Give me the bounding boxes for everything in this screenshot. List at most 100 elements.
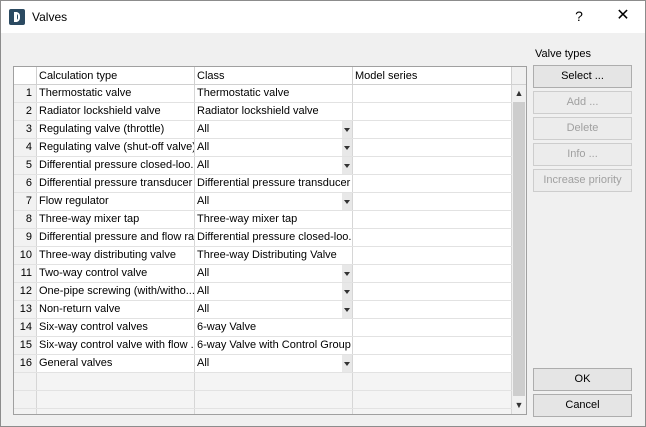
table-row[interactable]: 5 Differential pressure closed-loo... All	[14, 157, 512, 175]
chevron-down-icon[interactable]	[342, 265, 352, 282]
table-row[interactable]: 9 Differential pressure and flow ra... Dif…	[14, 229, 512, 247]
chevron-down-icon[interactable]	[342, 157, 352, 174]
table-row[interactable]: 6 Differential pressure transducer Differe…	[14, 175, 512, 193]
table-row[interactable]: 7 Flow regulator All	[14, 193, 512, 211]
calculation-type-cell[interactable]: Three-way distributing valve	[37, 247, 195, 264]
class-dropdown[interactable]: All	[195, 355, 353, 372]
model-series-cell[interactable]	[353, 283, 512, 300]
calculation-type-cell[interactable]: Thermostatic valve	[37, 85, 195, 102]
class-value: 6-way Valve	[197, 321, 257, 333]
close-button[interactable]: ✕	[611, 5, 635, 27]
chevron-down-icon[interactable]	[342, 193, 352, 210]
calculation-type-cell[interactable]: Regulating valve (shut-off valve)	[37, 139, 195, 156]
model-series-cell[interactable]	[353, 265, 512, 282]
vertical-scrollbar[interactable]: ▲ ▼	[512, 85, 526, 414]
model-series-cell[interactable]	[353, 337, 512, 354]
calculation-type-cell[interactable]: Radiator lockshield valve	[37, 103, 195, 120]
column-header-calculation-type[interactable]: Calculation type	[37, 67, 195, 85]
row-number: 1	[14, 85, 37, 102]
chevron-down-icon[interactable]	[342, 139, 352, 156]
model-series-cell[interactable]	[353, 85, 512, 102]
column-header-class[interactable]: Class	[195, 67, 353, 85]
class-cell[interactable]: Three-way mixer tap	[195, 211, 353, 228]
class-cell[interactable]: Differential pressure transducer	[195, 175, 353, 192]
table-row[interactable]: 16 General valves All	[14, 355, 512, 373]
class-value: All	[197, 123, 210, 135]
column-header-model-series[interactable]: Model series	[353, 67, 512, 85]
model-series-cell[interactable]	[353, 211, 512, 228]
chevron-down-icon[interactable]	[342, 301, 352, 318]
class-cell[interactable]: Thermostatic valve	[195, 85, 353, 102]
model-series-cell[interactable]	[353, 319, 512, 336]
table-row[interactable]: 1 Thermostatic valve Thermostatic valve	[14, 85, 512, 103]
model-series-cell[interactable]	[353, 157, 512, 174]
calculation-type-cell[interactable]: Six-way control valve with flow ...	[37, 337, 195, 354]
scroll-thumb[interactable]	[513, 102, 525, 396]
class-cell[interactable]: 6-way Valve	[195, 319, 353, 336]
table-row[interactable]: 3 Regulating valve (throttle) All	[14, 121, 512, 139]
class-dropdown[interactable]: All	[195, 121, 353, 138]
model-series-cell[interactable]	[353, 175, 512, 192]
table-row[interactable]: 2 Radiator lockshield valve Radiator locks…	[14, 103, 512, 121]
class-value: All	[197, 195, 210, 207]
model-series-cell[interactable]	[353, 247, 512, 264]
class-cell[interactable]: Radiator lockshield valve	[195, 103, 353, 120]
table-row[interactable]: 14 Six-way control valves 6-way Valve	[14, 319, 512, 337]
class-dropdown[interactable]: All	[195, 157, 353, 174]
table-row[interactable]: 13 Non-return valve All	[14, 301, 512, 319]
table-row[interactable]: 12 One-pipe screwing (with/witho... All	[14, 283, 512, 301]
class-cell[interactable]: 6-way Valve with Control Group	[195, 337, 353, 354]
info-button[interactable]: Info ...	[533, 143, 632, 166]
model-series-cell[interactable]	[353, 301, 512, 318]
calculation-type-cell[interactable]: Six-way control valves	[37, 319, 195, 336]
table-row[interactable]: 10 Three-way distributing valve Three-way …	[14, 247, 512, 265]
scroll-up-icon[interactable]: ▲	[512, 85, 526, 102]
calculation-type-cell[interactable]: Differential pressure closed-loo...	[37, 157, 195, 174]
class-dropdown[interactable]: All	[195, 283, 353, 300]
empty-row	[14, 373, 512, 391]
class-dropdown[interactable]: All	[195, 193, 353, 210]
add-button[interactable]: Add ...	[533, 91, 632, 114]
chevron-down-icon[interactable]	[342, 355, 352, 372]
table-row[interactable]: 11 Two-way control valve All	[14, 265, 512, 283]
help-button[interactable]: ?	[569, 5, 589, 27]
calculation-type-cell[interactable]: Regulating valve (throttle)	[37, 121, 195, 138]
table-row[interactable]: 15 Six-way control valve with flow ... 6-w…	[14, 337, 512, 355]
empty-cell	[37, 391, 195, 408]
empty-cell	[353, 391, 512, 408]
delete-button[interactable]: Delete	[533, 117, 632, 140]
calculation-type-cell[interactable]: General valves	[37, 355, 195, 372]
class-value: Differential pressure transducer	[197, 177, 351, 189]
calculation-type-cell[interactable]: Two-way control valve	[37, 265, 195, 282]
model-series-cell[interactable]	[353, 103, 512, 120]
class-dropdown[interactable]: All	[195, 139, 353, 156]
chevron-down-icon[interactable]	[342, 283, 352, 300]
calculation-type-cell[interactable]: Flow regulator	[37, 193, 195, 210]
model-series-cell[interactable]	[353, 229, 512, 246]
increase-priority-button[interactable]: Increase priority	[533, 169, 632, 192]
calculation-type-cell[interactable]: One-pipe screwing (with/witho...	[37, 283, 195, 300]
table-row[interactable]: 8 Three-way mixer tap Three-way mixer tap	[14, 211, 512, 229]
class-value: All	[197, 159, 210, 171]
class-cell[interactable]: Differential pressure closed-loo...	[195, 229, 353, 246]
model-series-cell[interactable]	[353, 193, 512, 210]
table-row[interactable]: 4 Regulating valve (shut-off valve) All	[14, 139, 512, 157]
class-cell[interactable]: Three-way Distributing Valve	[195, 247, 353, 264]
ok-button[interactable]: OK	[533, 368, 632, 391]
select-button[interactable]: Select ...	[533, 65, 632, 88]
calculation-type-cell[interactable]: Three-way mixer tap	[37, 211, 195, 228]
row-number: 6	[14, 175, 37, 192]
class-dropdown[interactable]: All	[195, 265, 353, 282]
cancel-button[interactable]: Cancel	[533, 394, 632, 417]
model-series-cell[interactable]	[353, 139, 512, 156]
calculation-type-cell[interactable]: Differential pressure transducer	[37, 175, 195, 192]
empty-cell	[353, 409, 512, 414]
scroll-down-icon[interactable]: ▼	[512, 397, 526, 414]
chevron-down-icon[interactable]	[342, 121, 352, 138]
model-series-cell[interactable]	[353, 121, 512, 138]
calculation-type-cell[interactable]: Differential pressure and flow ra...	[37, 229, 195, 246]
app-logo-icon	[9, 9, 25, 25]
class-dropdown[interactable]: All	[195, 301, 353, 318]
model-series-cell[interactable]	[353, 355, 512, 372]
calculation-type-cell[interactable]: Non-return valve	[37, 301, 195, 318]
